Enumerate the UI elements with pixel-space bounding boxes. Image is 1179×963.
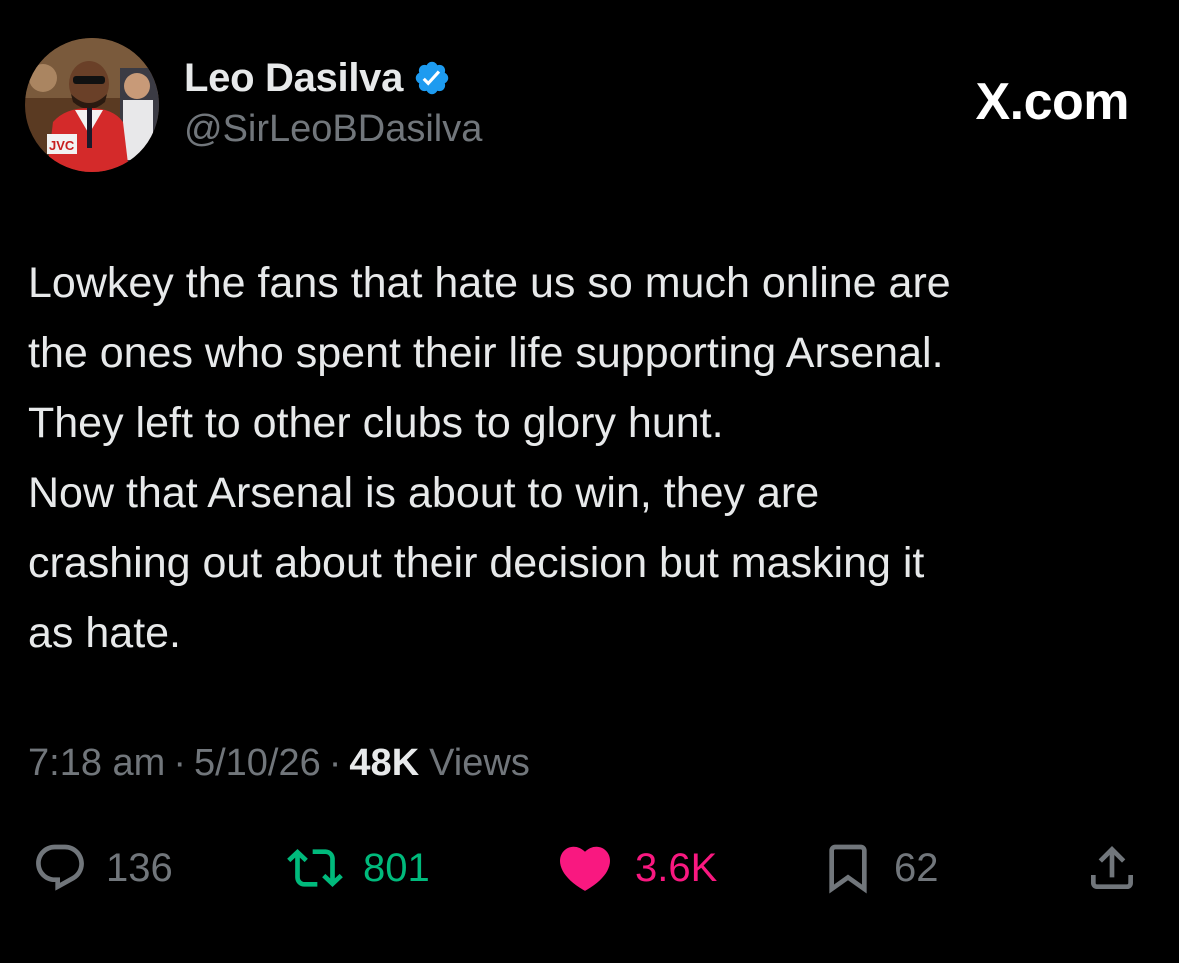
tweet-text-line: crashing out about their decision but ma…: [28, 539, 925, 587]
avatar-image: JVC: [25, 38, 159, 172]
tweet-time[interactable]: 7:18 am: [28, 742, 165, 785]
author-display-name[interactable]: Leo Dasilva: [184, 56, 403, 101]
share-button[interactable]: [1082, 838, 1142, 898]
verified-badge-icon: [413, 59, 451, 97]
bookmark-icon: [829, 844, 867, 894]
reply-count: 136: [106, 845, 173, 890]
bookmark-count: 62: [894, 845, 939, 890]
avatar[interactable]: JVC: [25, 38, 159, 172]
meta-separator: ·: [328, 742, 342, 784]
heart-icon: [559, 846, 611, 891]
meta-separator: ·: [173, 742, 186, 784]
like-count: 3.6K: [635, 845, 718, 890]
share-icon: [1091, 846, 1133, 889]
tweet-text-line: Now that Arsenal is about to win, they a…: [28, 469, 820, 517]
reply-button[interactable]: 136: [32, 838, 173, 898]
avatar-jersey-text: JVC: [49, 138, 75, 153]
reply-icon: [36, 844, 84, 891]
tweet-action-bar: 136 801 3.6K 62: [0, 838, 1179, 898]
like-button[interactable]: 3.6K: [553, 838, 717, 898]
tweet-date[interactable]: 5/10/26: [194, 742, 321, 785]
author-handle[interactable]: @SirLeoBDasilva: [184, 108, 482, 151]
tweet-text-line: as hate.: [28, 609, 181, 657]
repost-count: 801: [363, 845, 430, 890]
tweet-text: Lowkey the fans that hate us so much onl…: [28, 248, 1153, 668]
tweet-text-line: the ones who spent their life supporting…: [28, 329, 944, 377]
views-label: Views: [429, 742, 530, 784]
views-count: 48K: [349, 742, 420, 784]
tweet-text-line: Lowkey the fans that hate us so much onl…: [28, 259, 951, 307]
tweet-text-line: They left to other clubs to glory hunt.: [28, 399, 724, 447]
author-name-row: Leo Dasilva: [184, 55, 451, 101]
brand-logo-text: X.com: [975, 73, 1129, 131]
bookmark-button[interactable]: 62: [820, 838, 939, 898]
tweet-meta: 7:18 am · 5/10/26 · 48K Views: [28, 742, 530, 785]
repost-icon: [287, 849, 343, 887]
repost-button[interactable]: 801: [285, 838, 430, 898]
